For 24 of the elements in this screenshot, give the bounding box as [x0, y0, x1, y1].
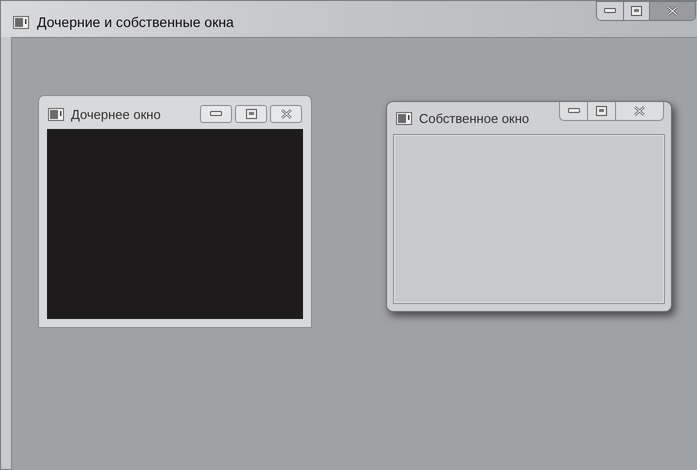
app-icon	[396, 112, 412, 126]
close-button[interactable]	[650, 1, 696, 21]
close-button[interactable]	[616, 102, 664, 121]
minimize-button[interactable]	[596, 1, 624, 21]
close-button[interactable]	[270, 105, 302, 123]
minimize-icon	[604, 8, 616, 14]
minimize-button[interactable]	[200, 105, 232, 123]
window-title: Дочерние и собственные окна	[37, 13, 234, 32]
app-icon	[48, 108, 64, 122]
close-icon	[633, 106, 646, 116]
maximize-button[interactable]	[588, 102, 616, 121]
close-icon	[280, 109, 292, 119]
maximize-icon	[246, 109, 256, 119]
minimize-button[interactable]	[559, 102, 588, 121]
minimize-icon	[568, 108, 580, 114]
maximize-button[interactable]	[624, 1, 650, 21]
minimize-icon	[210, 111, 222, 117]
window-title: Дочернее окно	[71, 106, 161, 124]
maximize-icon	[596, 106, 607, 116]
window-title: Собственное окно	[419, 110, 530, 128]
maximize-button[interactable]	[235, 105, 267, 123]
app-icon	[13, 16, 29, 29]
maximize-icon	[631, 6, 642, 16]
close-icon	[666, 6, 679, 16]
